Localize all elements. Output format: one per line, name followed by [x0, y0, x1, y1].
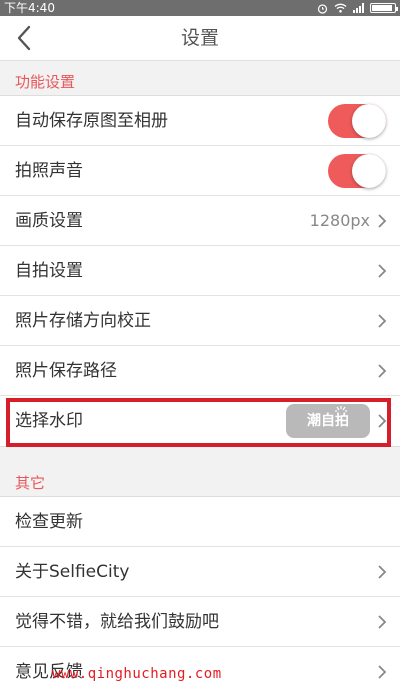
row-label: 拍照声音 [15, 161, 83, 181]
signal-icon [353, 3, 364, 13]
chevron-right-icon [378, 665, 387, 679]
row-about[interactable]: 关于SelfieCity [0, 547, 400, 597]
row-rate-us[interactable]: 觉得不错，就给我们鼓励吧 [0, 597, 400, 647]
battery-fill [372, 5, 392, 11]
page-title: 设置 [180, 27, 219, 49]
row-save-path[interactable]: 照片保存路径 [0, 346, 400, 396]
row-label: 自动保存原图至相册 [15, 111, 168, 131]
chevron-right-icon [378, 264, 387, 278]
row-label: 觉得不错，就给我们鼓励吧 [15, 612, 219, 632]
row-label: 选择水印 [15, 411, 83, 431]
shutter-sound-toggle[interactable] [328, 154, 386, 188]
row-image-quality[interactable]: 画质设置 1280px [0, 196, 400, 246]
status-time: 下午4:40 [4, 1, 55, 15]
site-watermark: www.qinghuchang.com [52, 666, 222, 682]
row-auto-save-original: 自动保存原图至相册 [0, 96, 400, 146]
row-check-update[interactable]: 检查更新 [0, 497, 400, 547]
auto-save-toggle[interactable] [328, 104, 386, 138]
wifi-icon [334, 3, 347, 13]
chevron-right-icon [378, 615, 387, 629]
watermark-badge-text: 潮自拍 [307, 413, 349, 429]
row-label: 关于SelfieCity [15, 562, 130, 582]
chevron-right-icon [378, 565, 387, 579]
top-bar: 设置 [0, 16, 400, 61]
chevron-right-icon [378, 314, 387, 328]
row-orientation-correction[interactable]: 照片存储方向校正 [0, 296, 400, 346]
row-label: 照片存储方向校正 [15, 311, 151, 331]
alarm-icon [317, 3, 328, 14]
features-group: 自动保存原图至相册 拍照声音 画质设置 1280px 自拍设置 照片存储方向校正… [0, 95, 400, 447]
toggle-knob [352, 154, 386, 188]
section-label-other: 其它 [15, 474, 46, 492]
chevron-right-icon [378, 414, 387, 428]
image-quality-value: 1280px [309, 211, 370, 230]
row-select-watermark[interactable]: 选择水印 潮自拍 [0, 396, 400, 446]
status-icons [317, 0, 398, 16]
status-bar: 下午4:40 [0, 0, 400, 16]
chevron-right-icon [378, 364, 387, 378]
row-label: 自拍设置 [15, 261, 83, 281]
watermark-preview-badge: 潮自拍 [286, 404, 370, 438]
chevron-right-icon [378, 214, 387, 228]
row-label: 照片保存路径 [15, 361, 117, 381]
section-label-features: 功能设置 [15, 73, 76, 91]
row-selfie-settings[interactable]: 自拍设置 [0, 246, 400, 296]
battery-icon [370, 3, 398, 13]
row-shutter-sound: 拍照声音 [0, 146, 400, 196]
row-label: 画质设置 [15, 211, 83, 231]
row-label: 检查更新 [15, 512, 83, 532]
toggle-knob [352, 104, 386, 138]
